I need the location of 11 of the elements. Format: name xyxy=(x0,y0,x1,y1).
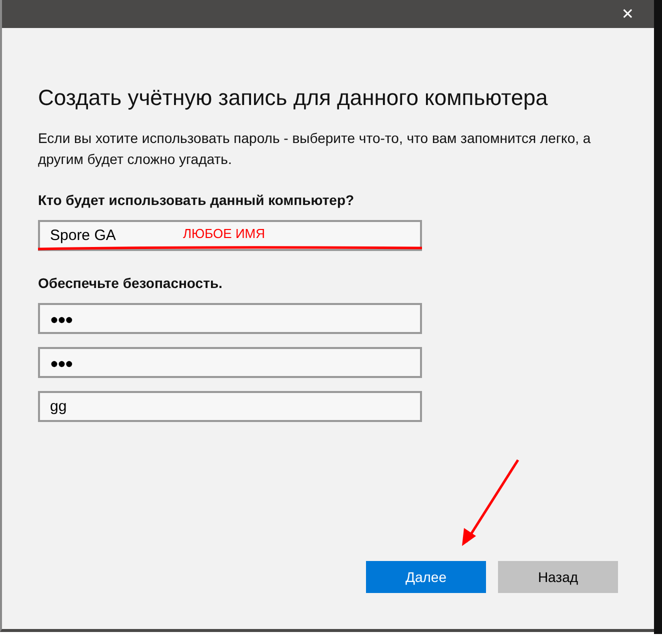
annotation-text: ЛЮБОЕ ИМЯ xyxy=(183,226,266,241)
close-button[interactable]: ✕ xyxy=(615,5,640,23)
field-label: Обеспечьте безопасность. xyxy=(38,275,224,291)
text-field[interactable]: gg xyxy=(38,391,422,422)
dialog-heading: Создать учётную запись для данного компьютера xyxy=(38,84,549,112)
password-field[interactable]: ●●● xyxy=(38,303,422,334)
field-label: Кто будет использовать данный компьютер? xyxy=(38,192,356,208)
password-field[interactable]: ●●● xyxy=(38,347,422,378)
back-button[interactable]: Назад xyxy=(498,561,618,593)
description-text: Если вы хотите использовать пароль - выберите что-то, что вам запомнится легко, а другим будет сложно угадать. xyxy=(38,129,592,169)
next-button[interactable]: Далее xyxy=(366,561,486,593)
